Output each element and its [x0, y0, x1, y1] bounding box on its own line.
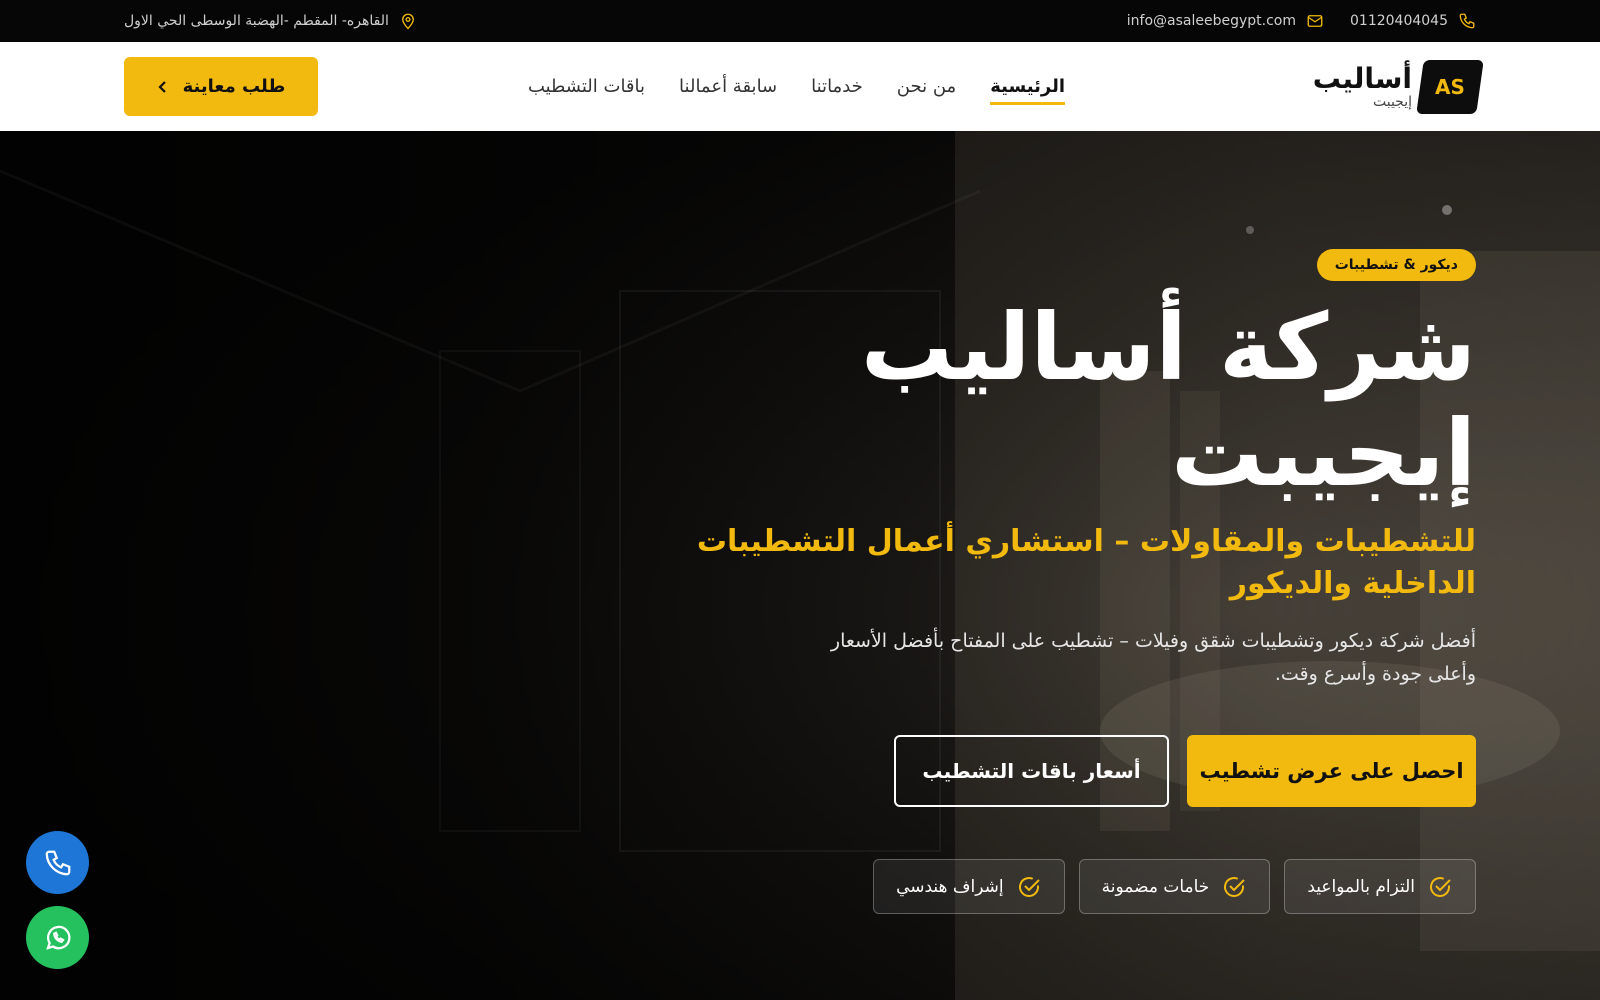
nav-packages[interactable]: باقات التشطيب [528, 70, 645, 103]
hero-content: ديكور & تشطيبات شركة أساليب إيجيبت للتشط… [696, 131, 1476, 914]
feature-chip: التزام بالمواعيد [1284, 859, 1476, 914]
feature-chips: التزام بالمواعيد خامات مضمونة إشراف هندس… [873, 859, 1476, 914]
logo-sub-text: إيجيبت [1372, 93, 1412, 110]
logo-main-text: أساليب [1312, 61, 1412, 95]
feature-label: التزام بالمواعيد [1307, 876, 1415, 897]
hero-subtitle: للتشطيبات والمقاولات – استشاري أعمال الت… [696, 524, 1476, 601]
top-bar: 01120404045 info@asaleebegypt.com القاهر… [0, 0, 1600, 42]
chevron-left-icon [158, 80, 166, 93]
hero-buttons: احصل على عرض تشطيب أسعار باقات التشطيب [894, 735, 1476, 807]
request-inspection-button[interactable]: طلب معاينة [124, 57, 318, 116]
feature-label: خامات مضمونة [1101, 876, 1210, 897]
contact-group: 01120404045 info@asaleebegypt.com [1127, 12, 1476, 30]
check-circle-icon [1018, 876, 1040, 897]
location-pin-icon [401, 13, 414, 30]
logo[interactable]: AS أساليب إيجيبت [1312, 59, 1484, 114]
email-address: info@asaleebegypt.com [1126, 13, 1297, 29]
floating-whatsapp-button[interactable] [26, 906, 89, 969]
phone-number: 01120404045 [1350, 13, 1448, 29]
nav-about[interactable]: من نحن [897, 70, 956, 103]
hero-title: شركة أساليب إيجيبت [696, 295, 1476, 507]
feature-label: إشراف هندسي [896, 876, 1004, 897]
phone-icon [1459, 13, 1475, 29]
check-circle-icon [1430, 876, 1451, 897]
nav-home[interactable]: الرئيسية [990, 70, 1065, 105]
main-nav: الرئيسية من نحن خدماتنا سابقة أعمالنا با… [528, 42, 1065, 131]
package-prices-button[interactable]: أسعار باقات التشطيب [894, 735, 1169, 807]
whatsapp-icon [45, 925, 70, 950]
check-circle-icon [1224, 876, 1246, 897]
phone-icon [45, 850, 70, 875]
nav-portfolio[interactable]: سابقة أعمالنا [679, 70, 777, 103]
hero-description: أفضل شركة ديكور وتشطيبات شقق وفيلات – تش… [830, 630, 1476, 685]
feature-chip: إشراف هندسي [873, 859, 1065, 914]
mail-icon [1307, 15, 1323, 27]
logo-badge: AS [1416, 59, 1484, 114]
site-header: AS أساليب إيجيبت الرئيسية من نحن خدماتنا… [0, 42, 1600, 131]
floating-call-button[interactable] [26, 831, 89, 894]
feature-chip: خامات مضمونة [1078, 859, 1271, 914]
category-badge: ديكور & تشطيبات [1316, 249, 1476, 281]
address: القاهره- المقطم -الهضبة الوسطى الحي الاو… [124, 12, 417, 30]
phone-contact[interactable]: 01120404045 [1350, 12, 1476, 30]
request-inspection-label: طلب معاينة [182, 76, 286, 97]
hero-section: ديكور & تشطيبات شركة أساليب إيجيبت للتشط… [0, 131, 1600, 1000]
get-quote-button[interactable]: احصل على عرض تشطيب [1187, 735, 1476, 807]
hero-title-line-1: شركة أساليب [860, 294, 1476, 401]
email-contact[interactable]: info@asaleebegypt.com [1127, 12, 1324, 30]
logo-text: أساليب إيجيبت [1312, 61, 1412, 110]
nav-services[interactable]: خدماتنا [811, 70, 863, 103]
hero-title-line-2: إيجيبت [1171, 400, 1476, 507]
address-text: القاهره- المقطم -الهضبة الوسطى الحي الاو… [124, 13, 389, 29]
